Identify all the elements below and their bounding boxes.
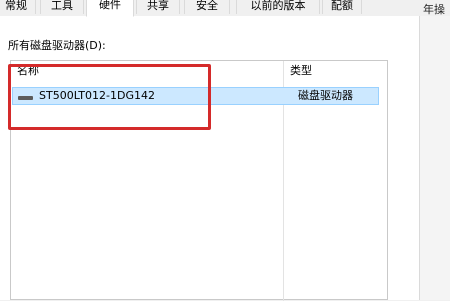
tab-sharing[interactable]: 共享 <box>136 0 180 14</box>
tab-quota[interactable]: 配额 <box>322 0 362 14</box>
background-window <box>420 16 450 300</box>
list-scrollbar[interactable] <box>378 60 390 300</box>
tab-security[interactable]: 安全 <box>184 0 230 14</box>
tab-tools[interactable]: 工具 <box>40 0 84 14</box>
drive-type: 磁盘驱动器 <box>298 89 353 102</box>
red-highlight-box <box>8 64 211 130</box>
tab-general[interactable]: 常规 <box>0 0 36 14</box>
tab-previous-versions[interactable]: 以前的版本 <box>236 0 320 14</box>
tab-hardware[interactable]: 硬件 <box>86 0 134 17</box>
tab-strip: 常规 工具 硬件 共享 安全 以前的版本 配额 <box>0 0 420 17</box>
all-disk-drives-label: 所有磁盘驱动器(D): <box>8 39 106 52</box>
column-header-type[interactable]: 类型 <box>290 61 312 80</box>
